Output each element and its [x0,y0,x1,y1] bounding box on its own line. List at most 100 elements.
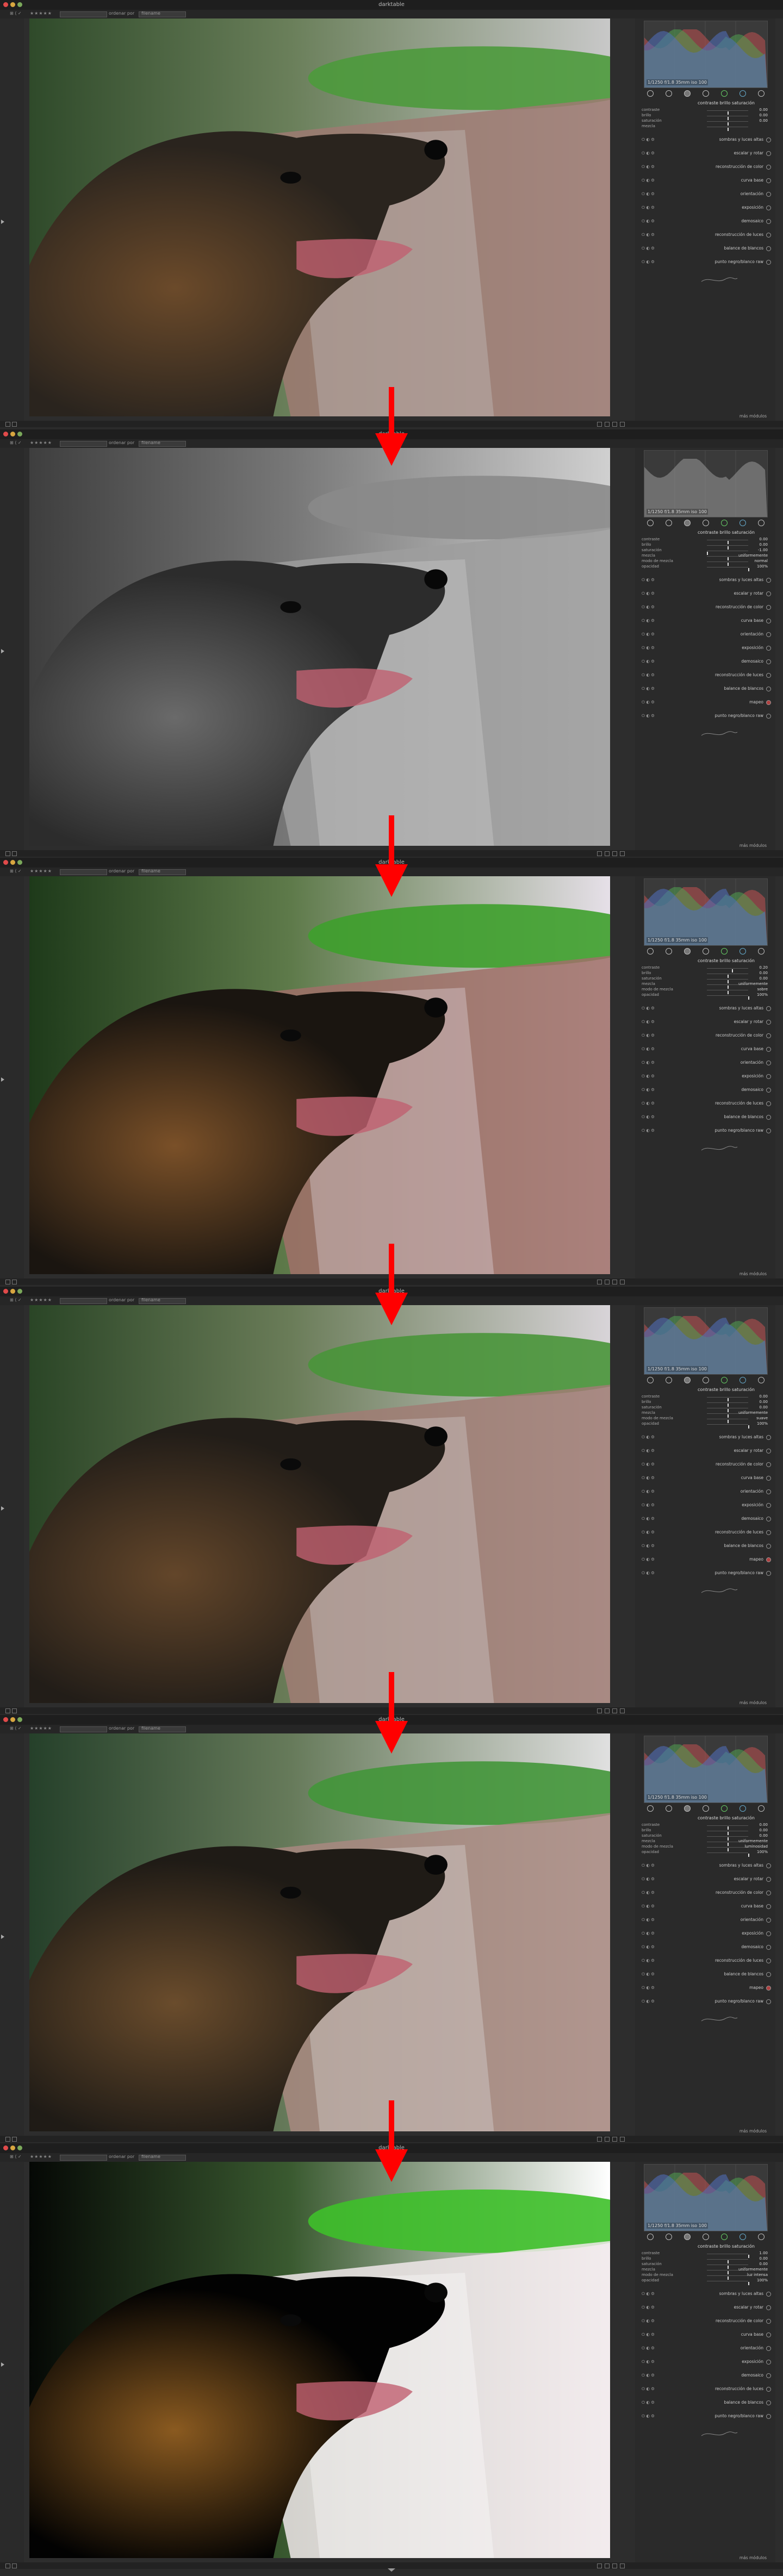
bottom-right-icon[interactable] [597,851,602,856]
slider-mezcla[interactable]: mezcla uniformemente [642,2267,770,2274]
module-item[interactable]: ⏻ ◐ ⚙ balance de blancos [641,686,771,691]
slider-track[interactable] [707,1397,748,1401]
power-icon[interactable]: ⏻ ◐ ⚙ [642,2346,655,2351]
slider-contraste[interactable]: contraste 0.00 [642,1394,770,1401]
slider-opacidad[interactable]: opacidad 100% [642,1421,770,1429]
module-item[interactable]: ⏻ ◐ ⚙ demosaico [641,659,771,664]
module-item[interactable]: ⏻ ◐ ⚙ escalar y rotar [641,2305,771,2310]
tab-active-icon[interactable] [647,2234,654,2240]
slider-modo-de-mezcla[interactable]: modo de mezcla luz intensa [642,2273,770,2280]
expand-left-panel-icon[interactable] [1,220,4,224]
module-item[interactable]: ⏻ ◐ ⚙ balance de blancos [641,1972,771,1977]
bottom-left-icon[interactable] [5,2137,10,2142]
power-icon[interactable]: ⏻ ◐ ⚙ [642,1074,655,1079]
slider-handle[interactable] [748,2282,749,2285]
bottom-left-icon[interactable] [5,422,10,427]
module-item[interactable]: ⏻ ◐ ⚙ orientación [641,632,771,637]
slider-saturación[interactable]: saturación 0.00 [642,1405,770,1412]
expand-left-panel-icon[interactable] [1,1077,4,1082]
slider-track[interactable] [707,121,748,126]
power-icon[interactable]: ⏻ ◐ ⚙ [642,2318,655,2324]
slider-track[interactable] [707,2275,748,2280]
module-item[interactable]: ⏻ ◐ ⚙ exposición [641,205,771,210]
module-item[interactable]: ⏻ ◐ ⚙ curva base [641,1904,771,1909]
tab-color-icon[interactable] [703,520,709,526]
bottom-left-icon[interactable] [12,851,17,856]
power-icon[interactable]: ⏻ ◐ ⚙ [642,1502,655,1508]
bottom-right-icon[interactable] [605,1708,610,1713]
slider-mezcla[interactable]: mezcla uniformemente [642,553,770,560]
slider-handle[interactable] [728,128,729,131]
tab-effect-icon[interactable] [739,1805,746,1812]
slider-opacidad[interactable]: opacidad 100% [642,2278,770,2285]
filter-toggle-icon[interactable]: ⊞ ⟨ ✓ [10,11,22,16]
rating-filter[interactable]: ★★★★★ [30,440,52,445]
tab-active-icon[interactable] [647,520,654,526]
module-item[interactable]: ⏻ ◐ ⚙ escalar y rotar [641,151,771,156]
slider-saturación[interactable]: saturación 0.00 [642,1833,770,1841]
slider-track[interactable] [707,995,749,1000]
module-item[interactable]: ⏻ ◐ ⚙ escalar y rotar [641,1448,771,1454]
slider-saturación[interactable]: saturación 0.00 [642,2262,770,2269]
tab-favourites-icon[interactable] [758,90,765,97]
slider-track[interactable] [707,1424,749,1429]
power-icon[interactable]: ⏻ ◐ ⚙ [642,591,655,596]
power-icon[interactable]: ⏻ ◐ ⚙ [642,1033,655,1038]
filter-toggle-icon[interactable]: ⊞ ⟨ ✓ [10,869,22,874]
filter-toggle-icon[interactable]: ⊞ ⟨ ✓ [10,1726,22,1731]
power-icon[interactable]: ⏻ ◐ ⚙ [642,1876,655,1882]
module-item[interactable]: ⏻ ◐ ⚙ reconstrucción de color [641,1890,771,1895]
power-icon[interactable]: ⏻ ◐ ⚙ [642,2305,655,2310]
tab-tone-icon[interactable] [684,948,691,955]
power-icon[interactable]: ⏻ ◐ ⚙ [642,1046,655,1052]
slider-brillo[interactable]: brillo 0.00 [642,1828,770,1835]
bottom-left-icon[interactable] [12,422,17,427]
slider-handle[interactable] [748,1854,749,1857]
bottom-right-icon[interactable] [612,2137,617,2142]
collection-select[interactable] [60,1298,107,1304]
bottom-right-icon[interactable] [597,2563,602,2568]
module-header-colorcontrast[interactable]: contraste brillo saturación [641,1387,771,1393]
slider-brillo[interactable]: brillo 0.00 [642,113,770,120]
tab-active-icon[interactable] [647,1377,654,1383]
power-icon[interactable]: ⏻ ◐ ⚙ [642,618,655,623]
tab-effect-icon[interactable] [739,948,746,955]
power-icon[interactable]: ⏻ ◐ ⚙ [642,246,655,251]
slider-track[interactable] [707,968,748,972]
bottom-left-icon[interactable] [5,1280,10,1284]
tab-effect-icon[interactable] [739,90,746,97]
slider-track[interactable] [707,1847,748,1851]
module-item[interactable]: ⏻ ◐ ⚙ escalar y rotar [641,591,771,596]
module-item[interactable]: ⏻ ◐ ⚙ escalar y rotar [641,1019,771,1025]
module-item[interactable]: ⏻ ◐ ⚙ curva base [641,618,771,623]
tab-correct-icon[interactable] [721,520,728,526]
power-icon[interactable]: ⏻ ◐ ⚙ [642,1944,655,1950]
module-item[interactable]: ⏻ ◐ ⚙ mapeo [641,1985,771,1991]
slider-track[interactable] [707,1402,748,1407]
power-icon[interactable]: ⏻ ◐ ⚙ [642,151,655,156]
power-icon[interactable]: ⏻ ◐ ⚙ [642,1890,655,1895]
tab-correct-icon[interactable] [721,90,728,97]
bottom-left-icon[interactable] [5,851,10,856]
module-item[interactable]: ⏻ ◐ ⚙ orientación [641,1060,771,1065]
tab-tone-icon[interactable] [684,520,691,526]
slider-modo-de-mezcla[interactable]: modo de mezcla normal [642,559,770,566]
slider-handle[interactable] [748,996,749,1000]
module-item[interactable]: ⏻ ◐ ⚙ sombras y luces altas [641,1006,771,1011]
module-item[interactable]: ⏻ ◐ ⚙ mapeo [641,700,771,705]
tab-base-icon[interactable] [666,1805,672,1812]
more-modules-link[interactable]: más módulos [739,2555,767,2560]
power-icon[interactable]: ⏻ ◐ ⚙ [642,1475,655,1481]
tab-favourites-icon[interactable] [758,1377,765,1383]
module-header-colorcontrast[interactable]: contraste brillo saturación [641,1815,771,1821]
bottom-right-icon[interactable] [620,1280,625,1284]
module-item[interactable]: ⏻ ◐ ⚙ balance de blancos [641,2400,771,2405]
power-icon[interactable]: ⏻ ◐ ⚙ [642,2359,655,2365]
tab-active-icon[interactable] [647,948,654,955]
power-icon[interactable]: ⏻ ◐ ⚙ [642,1917,655,1923]
slider-handle[interactable] [748,568,749,571]
power-icon[interactable]: ⏻ ◐ ⚙ [642,1101,655,1106]
tab-effect-icon[interactable] [739,1377,746,1383]
module-item[interactable]: ⏻ ◐ ⚙ orientación [641,2346,771,2351]
tab-effect-icon[interactable] [739,2234,746,2240]
